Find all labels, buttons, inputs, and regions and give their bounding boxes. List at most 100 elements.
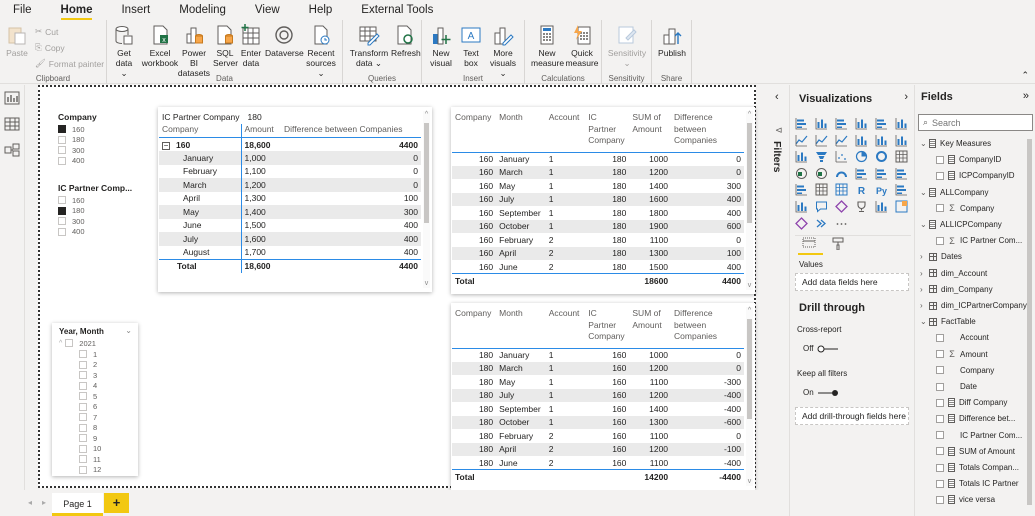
excel-workbook-button[interactable]: x Excel workbook [141, 24, 179, 68]
checkbox[interactable] [936, 204, 944, 213]
fields-search-box[interactable]: ⌕ [918, 114, 1033, 131]
ic-partner-item-160[interactable]: 160 [58, 195, 132, 206]
month-item-11[interactable]: 11 [79, 454, 101, 465]
header-ic-partner-company[interactable]: IC Partner Company [585, 308, 629, 348]
checkbox[interactable] [936, 495, 944, 504]
month-item-3[interactable]: 3 [79, 370, 101, 381]
month-item-10[interactable]: 10 [79, 444, 101, 455]
menu-tab-modeling[interactable]: Modeling [166, 0, 226, 20]
header-month[interactable]: Month [496, 308, 546, 348]
header-difference[interactable]: Difference between Companies [281, 124, 421, 138]
checkbox[interactable] [79, 444, 87, 453]
checkbox[interactable] [936, 398, 944, 407]
checkbox[interactable] [79, 423, 87, 432]
checkbox[interactable] [79, 360, 87, 369]
publish-button[interactable]: Publish [657, 24, 687, 58]
collapse-ribbon-icon[interactable]: ⌃ [1021, 70, 1029, 81]
field-account[interactable]: Account [936, 331, 989, 344]
filled-map-icon[interactable] [815, 167, 828, 180]
field-date[interactable]: Date [936, 380, 977, 393]
checkbox[interactable] [936, 236, 944, 245]
scroll-thumb[interactable] [747, 123, 752, 223]
header-company[interactable]: Company [452, 112, 496, 152]
checkbox[interactable] [936, 333, 944, 342]
checkbox[interactable] [936, 171, 944, 180]
month-item-12[interactable]: 12 [79, 465, 101, 476]
menu-tab-help[interactable]: Help [296, 0, 333, 20]
field-ic-partner-com-[interactable]: Σ IC Partner Com... [936, 234, 1022, 247]
kpi-icon[interactable] [895, 167, 908, 180]
dataverse-button[interactable]: Dataverse [265, 24, 304, 58]
menu-tab-insert[interactable]: Insert [108, 0, 150, 20]
company-item-400[interactable]: 400 [58, 156, 97, 167]
checkbox[interactable] [79, 371, 87, 380]
scroll-up-icon[interactable]: ^ [746, 307, 753, 315]
header-difference-between-companies[interactable]: Difference between Companies [671, 308, 744, 348]
transform-data-button[interactable]: Transform data ⌄ [349, 24, 389, 68]
stacked-column-icon[interactable] [815, 117, 828, 130]
checkbox[interactable] [58, 217, 66, 226]
checkbox[interactable] [936, 155, 944, 164]
header-company[interactable]: Company [452, 308, 496, 348]
field-company[interactable]: Company [936, 364, 994, 377]
keep-filters-toggle[interactable]: On [803, 388, 839, 397]
area-icon[interactable] [815, 134, 828, 147]
checkbox[interactable] [936, 414, 944, 423]
header-account[interactable]: Account [546, 112, 586, 152]
field-table-dim-account[interactable]: › dim_Account [920, 267, 987, 280]
qa-icon[interactable] [815, 200, 828, 213]
field-difference-bet-[interactable]: Difference bet... [936, 412, 1015, 425]
checkbox[interactable] [58, 135, 66, 144]
table1-scrollbar[interactable]: ^ v [746, 111, 753, 290]
header-month[interactable]: Month [496, 112, 546, 152]
page-tab-1[interactable]: Page 1 [52, 493, 103, 516]
company-item-160[interactable]: 160 [58, 124, 97, 135]
pie-icon[interactable] [855, 150, 868, 163]
matrix-scrollbar[interactable]: ^ v [423, 111, 430, 288]
month-item-4[interactable]: 4 [79, 381, 101, 392]
funnel-icon[interactable] [815, 150, 828, 163]
checkbox[interactable] [79, 413, 87, 422]
line-column-icon[interactable] [855, 134, 868, 147]
field-ic-partner-com-[interactable]: IC Partner Com... [936, 429, 1022, 442]
month-item-5[interactable]: 5 [79, 391, 101, 402]
header-ic-partner-company[interactable]: IC Partner Company [585, 112, 629, 152]
filters-label[interactable]: Filters [771, 141, 783, 173]
ribbon-icon[interactable] [895, 134, 908, 147]
r-visual-icon[interactable]: R [855, 183, 868, 196]
checkbox[interactable] [79, 402, 87, 411]
chevron-right-icon[interactable]: › [920, 301, 929, 310]
checkbox[interactable] [79, 350, 87, 359]
clustered-column-icon[interactable] [855, 117, 868, 130]
field-table-key-measures[interactable]: ⌄ Key Measures [920, 137, 991, 150]
sensitivity-button[interactable]: Sensitivity ⌄ [607, 24, 647, 68]
checkbox[interactable] [936, 350, 944, 359]
expand-filters-icon[interactable]: ‹ [775, 91, 779, 103]
checkbox[interactable] [936, 479, 944, 488]
scroll-thumb[interactable] [747, 319, 752, 419]
checkbox[interactable] [79, 455, 87, 464]
header-amount[interactable]: Amount [240, 124, 281, 138]
drill-through-dropzone[interactable]: Add drill-through fields here [795, 407, 909, 425]
checkbox[interactable] [79, 381, 87, 390]
multi-row-card-icon[interactable] [875, 167, 888, 180]
collapse-fields-icon[interactable]: » [1023, 90, 1029, 102]
checkbox[interactable] [58, 206, 66, 215]
slicer-icon[interactable] [795, 183, 808, 196]
cut-button[interactable]: ✂ Cut [35, 26, 58, 37]
table-icon[interactable] [815, 183, 828, 196]
waterfall-icon[interactable] [795, 150, 808, 163]
month-item-9[interactable]: 9 [79, 433, 101, 444]
field-vice-versa[interactable]: vice versa [936, 493, 995, 506]
header-sum-of-amount[interactable]: SUM of Amount [629, 112, 671, 152]
field-diff-company[interactable]: Diff Company [936, 396, 1007, 409]
100-bar-icon[interactable] [875, 117, 888, 130]
month-item-1[interactable]: 1 [79, 349, 101, 360]
chevron-right-icon[interactable]: › [920, 252, 929, 261]
group-cell[interactable]: −160 [159, 138, 241, 152]
stacked-area-icon[interactable] [835, 134, 848, 147]
checkbox[interactable] [65, 339, 74, 348]
scroll-up-icon[interactable]: ^ [423, 111, 430, 119]
cross-report-toggle[interactable]: Off [803, 344, 839, 353]
ic-partner-item-180[interactable]: 180 [58, 206, 132, 217]
